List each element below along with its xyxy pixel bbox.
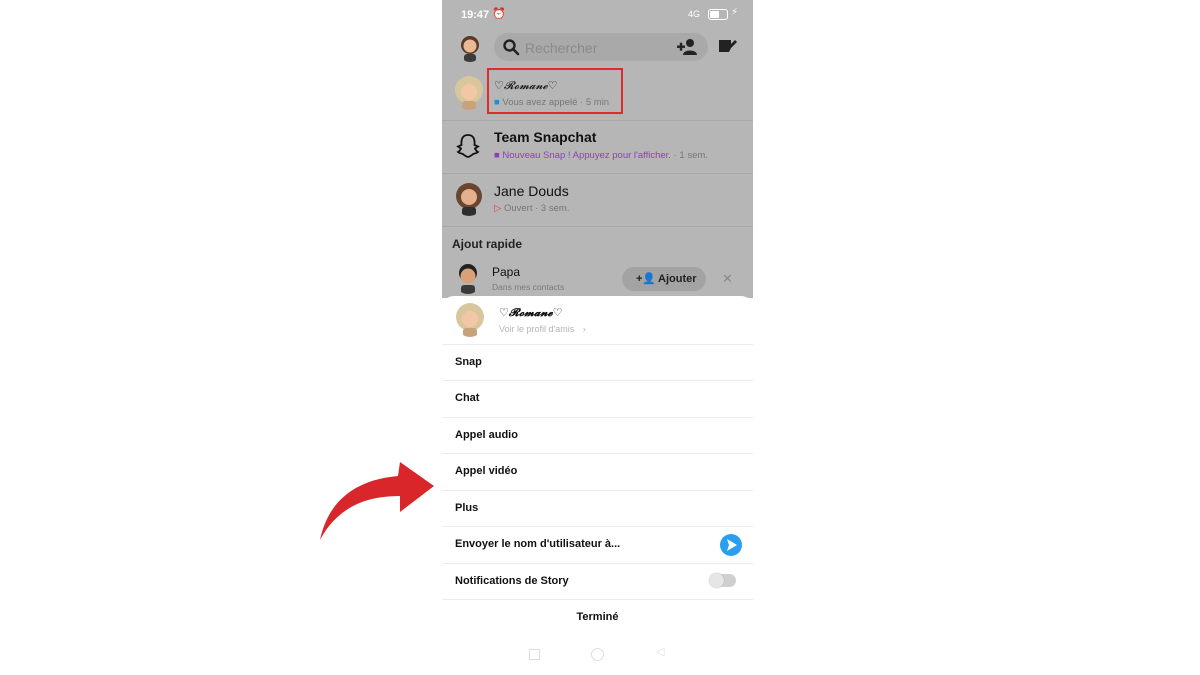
profile-avatar — [454, 302, 486, 337]
menu-item-story-notifications[interactable]: Notifications de Story — [442, 563, 753, 599]
menu-item-send-username[interactable]: Envoyer le nom d'utilisateur à... — [442, 526, 753, 562]
profile-header[interactable]: ♡𝓡𝓸𝓶𝓪𝓷𝓮♡ Voir le profil d'amis › — [442, 296, 753, 343]
menu-item-video-call[interactable]: Appel vidéo — [442, 453, 753, 489]
menu-item-more[interactable]: Plus — [442, 490, 753, 526]
add-button[interactable]: +👤 Ajouter — [622, 267, 706, 291]
search-placeholder: Rechercher — [525, 40, 598, 56]
add-friend-icon: +👤 — [636, 273, 657, 285]
chat-name: Team Snapchat — [494, 129, 597, 145]
highlight-box — [487, 68, 623, 114]
profile-name: ♡𝓡𝓸𝓶𝓪𝓷𝓮♡ — [499, 306, 563, 319]
chat-name: Jane Douds — [494, 183, 569, 199]
new-chat-icon[interactable] — [717, 36, 739, 56]
chat-status: ▷ Ouvert · 3 sem. — [494, 203, 570, 214]
home-icon[interactable] — [591, 648, 604, 661]
add-friend-icon[interactable] — [676, 38, 698, 56]
friend-avatar — [453, 180, 485, 216]
signal-icon: 4G — [688, 9, 701, 19]
chevron-right-icon: › — [582, 324, 586, 334]
status-bar: 19:47 ⏰ 4G ⚡ — [442, 0, 753, 30]
menu-item-audio-call[interactable]: Appel audio — [442, 417, 753, 453]
action-sheet: ♡𝓡𝓸𝓶𝓪𝓷𝓮♡ Voir le profil d'amis › Snap Ch… — [442, 296, 753, 675]
curved-arrow-icon — [320, 462, 434, 540]
battery-icon — [708, 9, 728, 20]
menu-item-snap[interactable]: Snap — [442, 344, 753, 380]
search-input[interactable]: Rechercher — [494, 33, 708, 61]
alarm-icon: ⏰ — [492, 8, 506, 20]
opened-arrow-icon: ▷ — [494, 203, 502, 214]
menu-item-chat[interactable]: Chat — [442, 380, 753, 416]
recent-apps-icon[interactable] — [529, 649, 540, 660]
chat-row[interactable]: Jane Douds ▷ Ouvert · 3 sem. — [442, 174, 753, 227]
quick-add-title: Ajout rapide — [452, 237, 523, 251]
dismiss-icon[interactable]: ✕ — [722, 271, 733, 287]
chat-status: ■ Nouveau Snap ! Appuyez pour l'afficher… — [494, 150, 708, 161]
quick-add-subtitle: Dans mes contacts — [492, 282, 565, 292]
send-icon[interactable] — [720, 534, 742, 556]
search-icon — [503, 39, 520, 56]
chat-row[interactable]: Team Snapchat ■ Nouveau Snap ! Appuyez p… — [442, 121, 753, 174]
my-avatar[interactable] — [457, 32, 483, 62]
quick-add-avatar — [453, 260, 483, 294]
quick-add-name: Papa — [492, 265, 521, 279]
back-icon[interactable]: ◁ — [656, 645, 664, 658]
system-nav-bar: ◁ — [442, 645, 753, 675]
snapchat-ghost-icon — [456, 134, 480, 158]
charging-icon: ⚡ — [731, 7, 739, 18]
new-snap-square-icon: ■ — [494, 150, 500, 161]
friend-avatar — [453, 74, 485, 110]
status-time: 19:47 — [461, 9, 490, 21]
done-button[interactable]: Terminé — [442, 599, 753, 635]
view-profile-link[interactable]: Voir le profil d'amis › — [499, 324, 586, 334]
quick-add-row[interactable]: Papa Dans mes contacts — [442, 258, 753, 298]
story-notifications-toggle[interactable] — [709, 573, 736, 588]
